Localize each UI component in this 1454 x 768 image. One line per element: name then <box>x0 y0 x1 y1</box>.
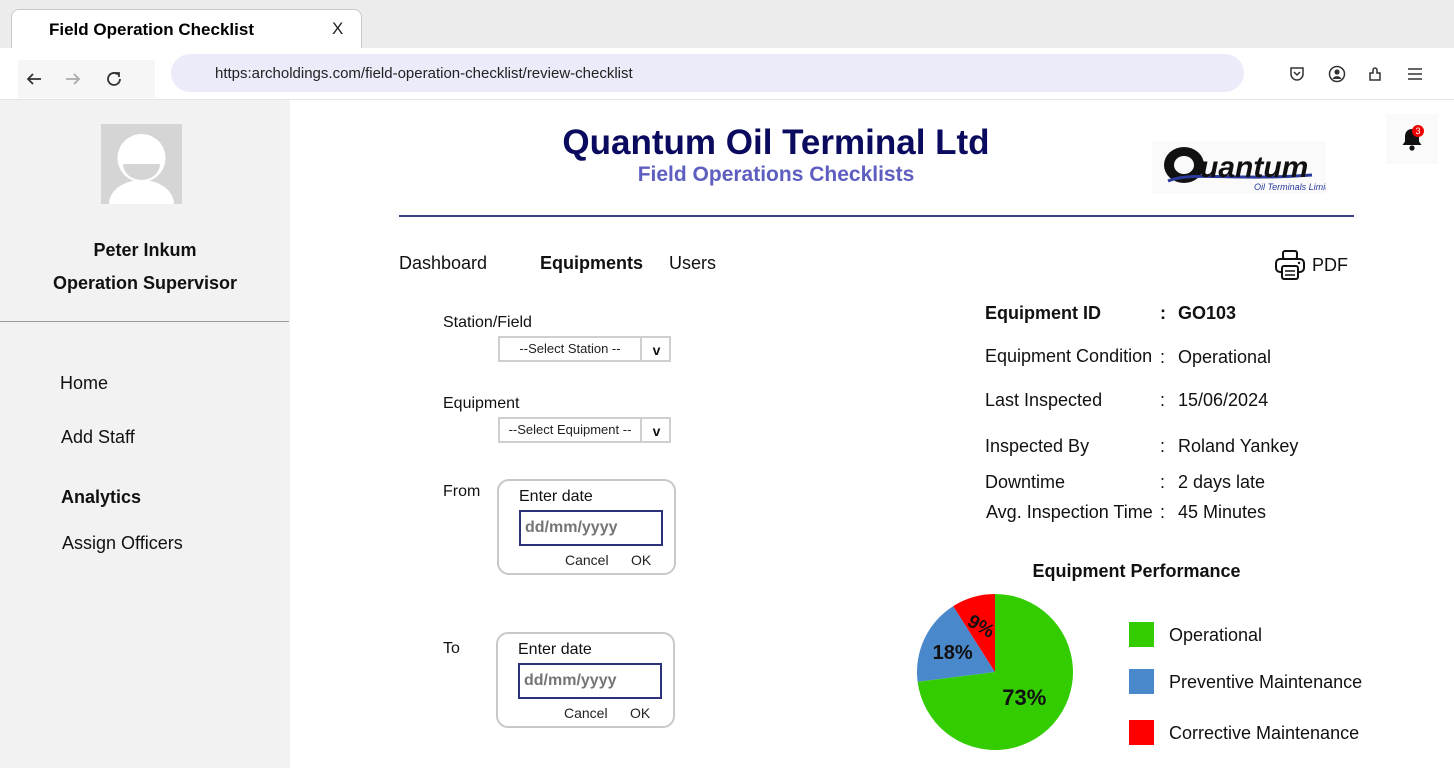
notification-badge: 3 <box>1412 125 1424 137</box>
info-separator: : <box>1160 502 1166 522</box>
sidebar: Peter Inkum Operation Supervisor Home Ad… <box>0 100 290 768</box>
chart-title: Equipment Performance <box>1032 561 1241 581</box>
to-date-label: Enter date <box>518 641 592 658</box>
company-title: Quantum Oil Terminal Ltd <box>562 123 990 162</box>
info-separator: : <box>1160 390 1166 410</box>
sidebar-divider <box>0 321 289 322</box>
station-select-value: --Select Station -- <box>519 341 621 356</box>
legend-swatch-operational <box>1129 622 1154 647</box>
sidebar-item-home[interactable]: Home <box>60 373 108 394</box>
info-label-inspected-by: Inspected By <box>985 436 1090 456</box>
logo-text: uantum <box>1200 151 1308 184</box>
info-value-condition: Operational <box>1178 347 1272 367</box>
info-label-downtime: Downtime <box>985 472 1066 492</box>
to-ok-button[interactable]: OK <box>630 705 650 721</box>
label-preventive: 18% <box>933 642 973 664</box>
to-label: To <box>443 640 460 657</box>
nav-dashboard[interactable]: Dashboard <box>399 253 487 274</box>
legend-label-corrective: Corrective Maintenance <box>1169 723 1360 743</box>
pocket-icon[interactable] <box>1286 63 1308 85</box>
info-label-last-inspected: Last Inspected <box>985 390 1103 410</box>
to-date-picker: Enter date Cancel OK <box>496 632 675 728</box>
info-value-last-inspected: 15/06/2024 <box>1178 390 1269 410</box>
label-operational: 73% <box>1002 685 1046 710</box>
sidebar-item-analytics[interactable]: Analytics <box>61 487 141 508</box>
equipment-label: Equipment <box>443 395 520 412</box>
reload-icon[interactable] <box>103 68 125 90</box>
sidebar-item-add-staff[interactable]: Add Staff <box>61 427 135 448</box>
from-date-picker: Enter date Cancel OK <box>497 479 676 575</box>
sidebar-item-assign-officers[interactable]: Assign Officers <box>62 533 183 554</box>
performance-pie-chart: 73%18%9% <box>917 594 1073 750</box>
station-label: Station/Field <box>443 314 532 331</box>
info-value-avg-inspection-time: 45 Minutes <box>1178 502 1267 522</box>
info-label-condition: Equipment Condition <box>985 346 1153 366</box>
equipment-select-value: --Select Equipment -- <box>508 422 632 437</box>
equipment-select[interactable]: --Select Equipment -- v <box>498 417 671 443</box>
tab-close-button[interactable]: X <box>332 19 343 39</box>
from-cancel-button[interactable]: Cancel <box>565 552 609 568</box>
info-value-downtime: 2 days late <box>1178 472 1266 492</box>
from-date-label: Enter date <box>519 488 593 505</box>
url-text: https:archoldings.com/field-operation-ch… <box>215 65 633 82</box>
station-select[interactable]: --Select Station -- v <box>498 336 671 362</box>
to-cancel-button[interactable]: Cancel <box>564 705 608 721</box>
menu-icon[interactable] <box>1404 63 1426 85</box>
legend-label-operational: Operational <box>1169 625 1263 645</box>
nav-buttons <box>18 60 155 98</box>
tab-title: Field Operation Checklist <box>49 20 254 39</box>
info-separator: : <box>1160 436 1166 456</box>
from-label: From <box>443 483 481 500</box>
chevron-down-icon: v <box>640 419 671 441</box>
navigation-bar: https:archoldings.com/field-operation-ch… <box>0 48 1454 100</box>
info-label-equipment-id: Equipment ID <box>985 303 1101 323</box>
info-value-inspected-by: Roland Yankey <box>1178 436 1299 456</box>
printer-icon <box>1275 250 1305 280</box>
legend-swatch-preventive <box>1129 669 1154 694</box>
tab-bar: Field Operation Checklist X <box>0 0 1454 49</box>
chevron-down-icon: v <box>640 338 671 360</box>
pdf-button[interactable]: PDF <box>1274 247 1354 283</box>
info-separator: : <box>1160 472 1166 492</box>
legend-swatch-corrective <box>1129 720 1154 745</box>
company-logo: uantum Oil Terminals Limited <box>1152 141 1339 194</box>
info-value-equipment-id: GO103 <box>1178 303 1237 323</box>
avatar <box>101 124 182 204</box>
extensions-icon[interactable] <box>1365 63 1387 85</box>
forward-icon[interactable] <box>62 68 84 90</box>
to-date-input[interactable] <box>518 663 662 699</box>
page-subtitle: Field Operations Checklists <box>637 163 915 186</box>
address-bar[interactable]: https:archoldings.com/field-operation-ch… <box>171 54 1244 92</box>
info-separator: : <box>1160 303 1166 323</box>
from-ok-button[interactable]: OK <box>631 552 651 568</box>
user-name: Peter Inkum <box>93 240 197 260</box>
browser-tab[interactable]: Field Operation Checklist X <box>11 9 362 49</box>
legend-label-preventive: Preventive Maintenance <box>1169 672 1363 692</box>
nav-users[interactable]: Users <box>669 253 716 274</box>
main-content: Quantum Oil Terminal Ltd Field Operation… <box>290 100 1454 768</box>
info-label-avg-inspection-time: Avg. Inspection Time <box>986 502 1153 522</box>
back-icon[interactable] <box>23 68 45 90</box>
user-role: Operation Supervisor <box>52 273 238 293</box>
info-separator: : <box>1160 347 1166 367</box>
logo-subtext: Oil Terminals Limited <box>1254 182 1326 192</box>
header-divider <box>399 215 1354 217</box>
account-icon[interactable] <box>1326 63 1348 85</box>
notification-button[interactable]: 3 <box>1386 114 1438 164</box>
nav-equipments[interactable]: Equipments <box>540 253 643 274</box>
pdf-label: PDF <box>1312 254 1348 275</box>
from-date-input[interactable] <box>519 510 663 546</box>
